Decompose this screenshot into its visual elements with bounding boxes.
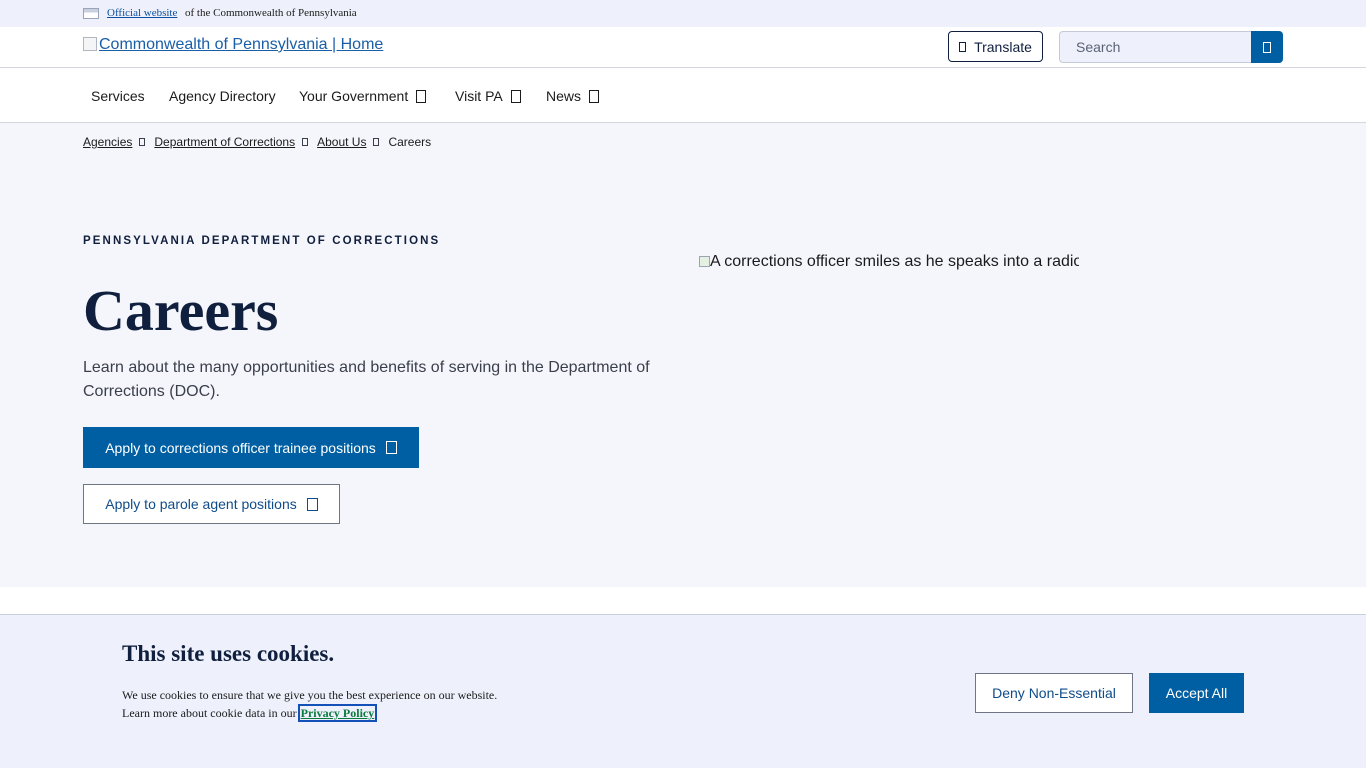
broken-image-icon <box>83 37 97 51</box>
home-logo-link[interactable]: Commonwealth of Pennsylvania | Home <box>83 36 383 54</box>
logo-alt-text: Commonwealth of Pennsylvania | Home <box>99 36 384 53</box>
search-input[interactable] <box>1059 31 1252 63</box>
breadcrumb-department-of-corrections[interactable]: Department of Corrections <box>154 135 295 149</box>
accept-all-button[interactable]: Accept All <box>1149 673 1244 713</box>
globe-icon <box>959 41 967 52</box>
chevron-down-icon <box>589 89 600 103</box>
search-icon <box>1263 41 1271 53</box>
main-nav: Services Agency Directory Your Governmen… <box>0 68 1366 123</box>
nav-item-agency-directory[interactable]: Agency Directory <box>169 88 276 104</box>
button-label: Apply to corrections officer trainee pos… <box>105 439 376 456</box>
hero-image: A corrections officer smiles as he speak… <box>699 253 1079 275</box>
breadcrumb-about-us[interactable]: About Us <box>317 135 366 149</box>
nav-item-services[interactable]: Services <box>91 88 145 104</box>
hero-section: Agencies Department of Corrections About… <box>0 123 1366 587</box>
cookie-line-2: Learn more about cookie data in our <box>122 706 297 720</box>
nav-item-label: Services <box>91 88 145 104</box>
nav-item-label: Visit PA <box>455 88 503 104</box>
apply-co-trainee-button[interactable]: Apply to corrections officer trainee pos… <box>83 427 419 468</box>
deny-non-essential-button[interactable]: Deny Non-Essential <box>975 673 1133 713</box>
nav-item-label: Your Government <box>299 88 409 104</box>
flag-icon <box>83 8 99 19</box>
nav-item-news[interactable]: News <box>546 88 600 104</box>
breadcrumb: Agencies Department of Corrections About… <box>83 135 431 149</box>
chevron-right-icon <box>302 138 309 146</box>
search-form <box>1059 31 1283 63</box>
chevron-down-icon <box>510 89 521 103</box>
breadcrumb-agencies[interactable]: Agencies <box>83 135 132 149</box>
chevron-right-icon <box>139 138 146 146</box>
page-title: Careers <box>83 278 279 343</box>
search-button[interactable] <box>1251 31 1283 63</box>
gov-banner-text: of the Commonwealth of Pennsylvania <box>185 7 357 19</box>
gov-banner: Official website of the Commonwealth of … <box>0 0 1366 27</box>
cookie-line-1: We use cookies to ensure that we give yo… <box>122 688 498 702</box>
nav-item-visit-pa[interactable]: Visit PA <box>455 88 521 104</box>
hero-eyebrow: PENNSYLVANIA DEPARTMENT OF CORRECTIONS <box>83 235 441 247</box>
translate-button[interactable]: Translate <box>948 31 1043 62</box>
chevron-right-icon <box>373 138 380 146</box>
chevron-down-icon <box>416 89 427 103</box>
apply-parole-agent-button[interactable]: Apply to parole agent positions <box>83 484 340 524</box>
translate-label: Translate <box>974 38 1032 55</box>
button-label: Apply to parole agent positions <box>105 496 297 512</box>
broken-image-icon <box>699 256 710 267</box>
cookie-title: This site uses cookies. <box>122 641 335 666</box>
nav-item-your-government[interactable]: Your Government <box>299 88 427 104</box>
site-header: Commonwealth of Pennsylvania | Home Tran… <box>0 27 1366 68</box>
external-link-icon <box>306 497 318 511</box>
breadcrumb-current: Careers <box>388 135 432 149</box>
cookie-text: We use cookies to ensure that we give yo… <box>122 686 522 722</box>
nav-item-label: News <box>546 88 582 104</box>
official-website-link[interactable]: Official website <box>107 7 177 19</box>
cookie-banner: This site uses cookies. We use cookies t… <box>0 614 1366 768</box>
external-link-icon <box>385 441 397 454</box>
nav-item-label: Agency Directory <box>169 88 276 104</box>
hero-lead: Learn about the many opportunities and b… <box>83 359 650 400</box>
hero-image-alt: A corrections officer smiles as he speak… <box>710 253 1079 270</box>
privacy-policy-link[interactable]: Privacy Policy <box>297 704 378 722</box>
